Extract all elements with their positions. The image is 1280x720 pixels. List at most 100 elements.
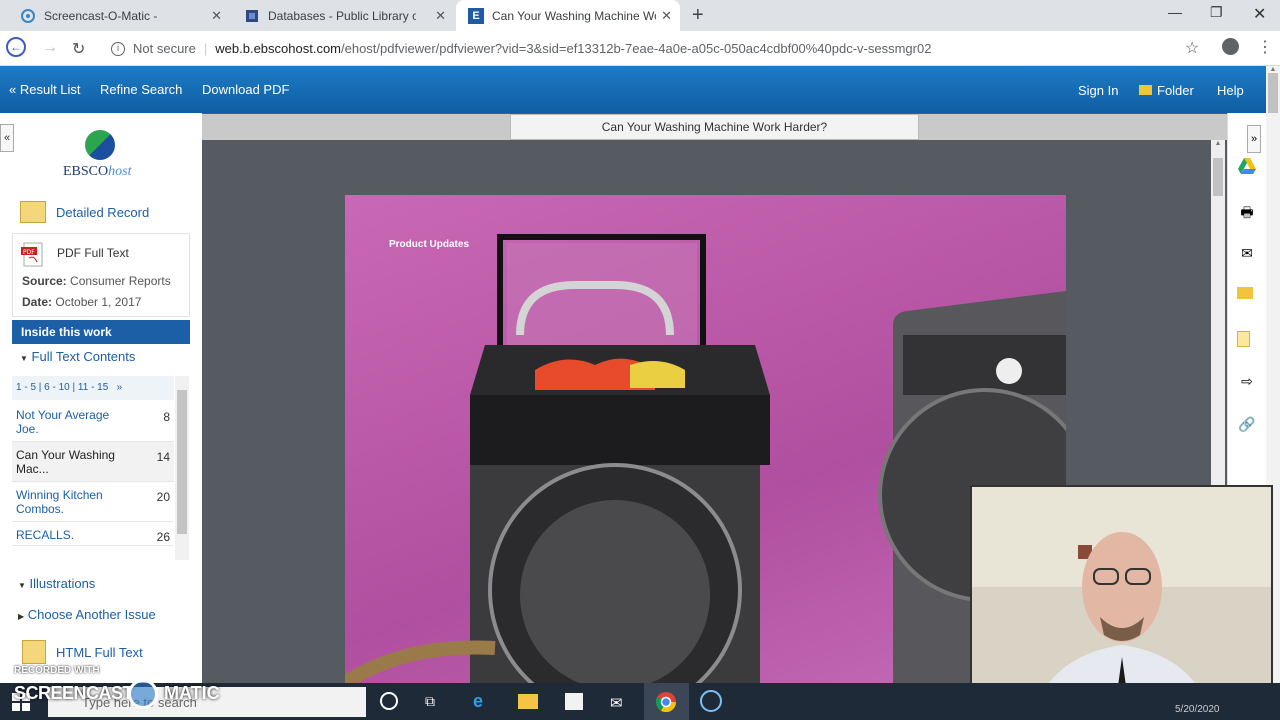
close-tab-icon[interactable]: ✕	[661, 8, 672, 24]
toc-page: 14	[156, 450, 170, 464]
cortana-icon[interactable]	[380, 692, 398, 710]
close-tab-icon[interactable]: ✕	[211, 8, 222, 24]
file-explorer-icon[interactable]	[518, 694, 538, 709]
tab-title: Can Your Washing Machine Work	[492, 8, 656, 23]
forward-button[interactable]: →	[42, 39, 58, 57]
html-full-text-label: HTML Full Text	[56, 644, 143, 660]
presenter-video	[972, 487, 1271, 711]
tab-screencast[interactable]: Screencast-O-Matic - ✕	[8, 0, 230, 31]
html-full-text-link[interactable]: HTML Full Text	[12, 639, 190, 665]
task-view-icon[interactable]: ⧉	[425, 693, 435, 710]
tab-active-article[interactable]: E Can Your Washing Machine Work ✕	[456, 0, 680, 31]
refine-search-link[interactable]: Refine Search	[100, 82, 182, 97]
webcam-overlay	[970, 485, 1273, 713]
reload-button[interactable]: ↻	[72, 39, 85, 59]
toc-scrollbar[interactable]	[175, 376, 189, 560]
info-icon[interactable]: i	[111, 41, 125, 56]
save-folder-icon[interactable]	[1237, 287, 1253, 299]
tools-panel: » 🖶 ✉ ⇨ 🔗	[1227, 113, 1266, 485]
toc-title: Winning Kitchen Combos.	[16, 488, 103, 516]
toc-item[interactable]: Not Your Average Joe. 8	[12, 402, 174, 442]
viewer-scrollbar[interactable]: ▲	[1211, 140, 1225, 485]
toc-item[interactable]: RECALLS. 26	[12, 522, 174, 546]
browser-tab-strip: Screencast-O-Matic - ✕ Databases - Publi…	[0, 0, 1280, 31]
not-secure-label: Not secure	[133, 41, 196, 56]
scroll-thumb[interactable]	[177, 390, 187, 534]
tab-title: Screencast-O-Matic -	[44, 8, 158, 23]
toc-page: 26	[156, 530, 170, 544]
illustrations-label: Illustrations	[29, 576, 96, 591]
pager-link[interactable]: 6 - 10	[44, 382, 70, 393]
profile-avatar-icon[interactable]	[1222, 38, 1239, 55]
maximize-icon[interactable]: ❐	[1210, 4, 1223, 21]
collapse-left-button[interactable]: «	[0, 124, 14, 152]
back-button[interactable]: ←	[6, 37, 26, 57]
watermark-logo-icon	[128, 679, 158, 709]
pager-next-icon[interactable]: »	[117, 382, 123, 393]
date-value: October 1, 2017	[55, 295, 142, 309]
source-label: Source:	[22, 274, 67, 288]
ebsco-globe-icon	[85, 130, 115, 160]
record-icon	[20, 201, 46, 223]
print-icon[interactable]: 🖶	[1237, 202, 1257, 220]
permalink-icon[interactable]: 🔗	[1237, 416, 1257, 434]
toc-item[interactable]: Winning Kitchen Combos. 20	[12, 482, 174, 522]
edge-icon[interactable]: e	[473, 691, 483, 712]
url-text[interactable]: web.b.ebscohost.com/ehost/pdfviewer/pdfv…	[215, 41, 931, 56]
full-text-contents-toggle[interactable]: ▼ Full Text Contents	[12, 344, 190, 374]
result-list-link[interactable]: « Result List	[9, 82, 81, 97]
address-toolbar: ← → ↻ i Not secure | web.b.ebscohost.com…	[0, 31, 1280, 66]
watermark-recorded-with: RECORDED WITH	[14, 665, 100, 676]
screencast-taskbar-icon[interactable]	[700, 690, 722, 712]
close-window-icon[interactable]: ✕	[1253, 4, 1266, 24]
help-link[interactable]: Help	[1217, 83, 1244, 98]
omnibox[interactable]: i Not secure | web.b.ebscohost.com/ehost…	[103, 35, 1213, 62]
cite-icon[interactable]	[1237, 331, 1250, 347]
toc-title: Not Your Average Joe.	[16, 408, 110, 436]
scroll-thumb[interactable]	[1213, 158, 1223, 196]
email-icon[interactable]: ✉	[1237, 245, 1257, 263]
inside-this-work-header: Inside this work	[12, 320, 190, 344]
download-pdf-link[interactable]: Download PDF	[202, 82, 289, 97]
logo-text-a: EBSCO	[63, 164, 109, 179]
close-tab-icon[interactable]: ✕	[435, 8, 446, 24]
mail-icon[interactable]: ✉	[610, 694, 623, 712]
url-host: web.b.ebscohost.com	[215, 41, 341, 56]
ebsco-toolbar: « Result List Refine Search Download PDF…	[0, 66, 1266, 113]
pdf-full-text-label[interactable]: PDF Full Text	[57, 246, 129, 260]
menu-kebab-icon[interactable]: ⋮	[1257, 37, 1273, 57]
toc-title: RECALLS.	[16, 528, 75, 542]
scroll-up-icon[interactable]: ▲	[1211, 140, 1225, 147]
toc-title: Can Your Washing Mac...	[16, 448, 115, 476]
pdf-icon: PDF	[21, 242, 47, 268]
illustrations-toggle[interactable]: ▼ Illustrations	[12, 576, 190, 591]
ebsco-e-icon: E	[468, 7, 484, 24]
toc-pager: 1 - 5 | 6 - 10 | 11 - 15 »	[12, 376, 174, 400]
new-tab-button[interactable]: +	[692, 4, 704, 27]
ebscohost-logo: EBSCOhost	[63, 130, 139, 180]
export-icon[interactable]: ⇨	[1237, 373, 1257, 391]
folder-link[interactable]: Folder	[1139, 83, 1194, 98]
bookmark-star-icon[interactable]: ☆	[1185, 38, 1199, 58]
url-path: /ehost/pdfviewer/pdfviewer?vid=3&sid=ef1…	[341, 41, 932, 56]
chrome-taskbar-button[interactable]	[644, 683, 689, 720]
toc-item[interactable]: Can Your Washing Mac... 14	[12, 442, 174, 482]
toc-page: 20	[156, 490, 170, 504]
google-drive-icon[interactable]	[1237, 158, 1257, 176]
sign-in-link[interactable]: Sign In	[1078, 83, 1118, 98]
store-icon[interactable]	[565, 693, 583, 710]
triangle-right-icon: ▶	[18, 612, 25, 621]
pager-link[interactable]: 11 - 15	[78, 382, 108, 393]
pdf-page: Product Updates	[345, 195, 1066, 683]
minimize-icon[interactable]: —	[1168, 4, 1182, 20]
choose-issue-toggle[interactable]: ▶ Choose Another Issue	[12, 607, 190, 622]
collapse-right-button[interactable]: »	[1247, 125, 1261, 153]
svg-text:PDF: PDF	[23, 249, 35, 256]
html-icon	[22, 640, 46, 664]
pager-link[interactable]: 1 - 5	[16, 382, 36, 393]
tab-databases[interactable]: Databases - Public Library of Ste ✕	[232, 0, 454, 31]
pdf-info-box: PDF PDF Full Text Source: Consumer Repor…	[12, 233, 190, 317]
detailed-record-link[interactable]: Detailed Record	[12, 199, 190, 225]
toc-page: 8	[163, 410, 170, 424]
folder-icon	[1139, 85, 1152, 95]
